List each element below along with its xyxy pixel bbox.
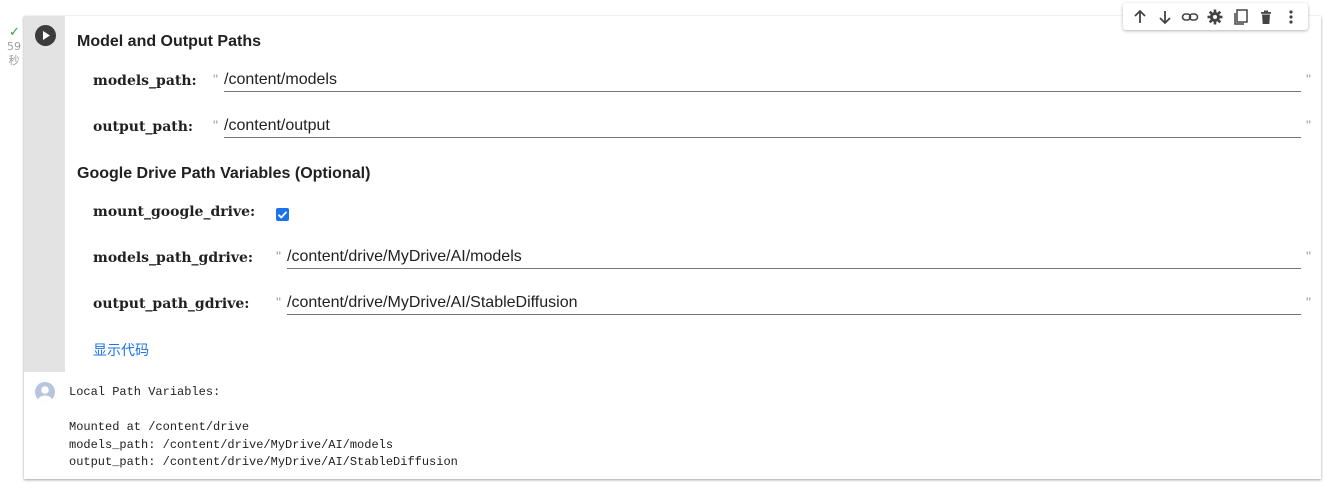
run-cell-button[interactable] xyxy=(35,25,56,46)
cell-output: Local Path Variables: Mounted at /conten… xyxy=(24,372,1321,479)
mount-google-drive-label: mount_google_drive: xyxy=(93,204,256,220)
cell-gutter xyxy=(24,16,65,372)
execution-success-check-icon: ✓ xyxy=(9,24,20,39)
arrow-down-icon xyxy=(1159,10,1171,24)
output-line: output_path: /content/drive/MyDrive/AI/S… xyxy=(69,455,458,469)
code-cell[interactable]: Model and Output Paths models_path: " " … xyxy=(24,3,1321,479)
show-code-link[interactable]: 显示代码 xyxy=(93,340,149,360)
output-path-gdrive-label: output_path_gdrive: xyxy=(93,296,250,312)
move-cell-up-button[interactable] xyxy=(1129,6,1151,28)
output-path-open-quote: " xyxy=(213,117,218,133)
move-cell-down-button[interactable] xyxy=(1154,6,1176,28)
mirror-cell-button[interactable] xyxy=(1230,6,1252,28)
output-line: models_path: /content/drive/MyDrive/AI/m… xyxy=(69,437,394,452)
mirror-cell-icon xyxy=(1234,8,1248,25)
gear-icon xyxy=(1207,9,1223,24)
output-path-close-quote: " xyxy=(1306,117,1311,133)
models-path-close-quote: " xyxy=(1306,71,1311,87)
checkmark-icon xyxy=(277,211,288,219)
link-icon xyxy=(1181,12,1199,21)
models-path-input[interactable] xyxy=(224,69,1301,92)
section-title-model-output-paths: Model and Output Paths xyxy=(77,33,261,50)
execution-time-unit: 秒 xyxy=(8,54,20,67)
output-path-gdrive-close-quote: " xyxy=(1306,294,1311,310)
cell-status-gutter: ✓ 59 秒 xyxy=(0,0,24,495)
models-path-gdrive-open-quote: " xyxy=(276,248,281,264)
output-line: Mounted at /content/drive xyxy=(69,420,250,434)
more-vert-icon xyxy=(1289,9,1293,24)
play-icon xyxy=(43,31,50,40)
cell-toolbar xyxy=(1123,3,1308,30)
output-line: Local Path Variables: xyxy=(69,385,221,399)
models-path-open-quote: " xyxy=(213,71,218,87)
output-path-gdrive-open-quote: " xyxy=(276,294,281,310)
output-path-input[interactable] xyxy=(224,115,1301,138)
section-title-google-drive-paths: Google Drive Path Variables (Optional) xyxy=(77,165,371,182)
models-path-gdrive-input[interactable] xyxy=(287,246,1301,269)
person-icon xyxy=(38,386,52,402)
mount-google-drive-checkbox[interactable] xyxy=(276,208,289,221)
models-path-gdrive-close-quote: " xyxy=(1306,248,1311,264)
arrow-up-icon xyxy=(1134,9,1146,23)
more-actions-button[interactable] xyxy=(1280,6,1302,28)
models-path-label: models_path: xyxy=(93,73,197,89)
models-path-gdrive-label: models_path_gdrive: xyxy=(93,250,254,266)
output-avatar-icon xyxy=(35,382,55,402)
cell-settings-button[interactable] xyxy=(1204,6,1226,28)
execution-time-value: 59 xyxy=(7,40,21,53)
output-text: Local Path Variables: Mounted at /conten… xyxy=(69,384,458,472)
output-path-label: output_path: xyxy=(93,119,194,135)
execution-time: 59 秒 xyxy=(6,40,22,68)
trash-icon xyxy=(1261,10,1272,24)
delete-cell-button[interactable] xyxy=(1255,6,1277,28)
output-path-gdrive-input[interactable] xyxy=(287,292,1301,315)
copy-link-button[interactable] xyxy=(1179,6,1201,28)
